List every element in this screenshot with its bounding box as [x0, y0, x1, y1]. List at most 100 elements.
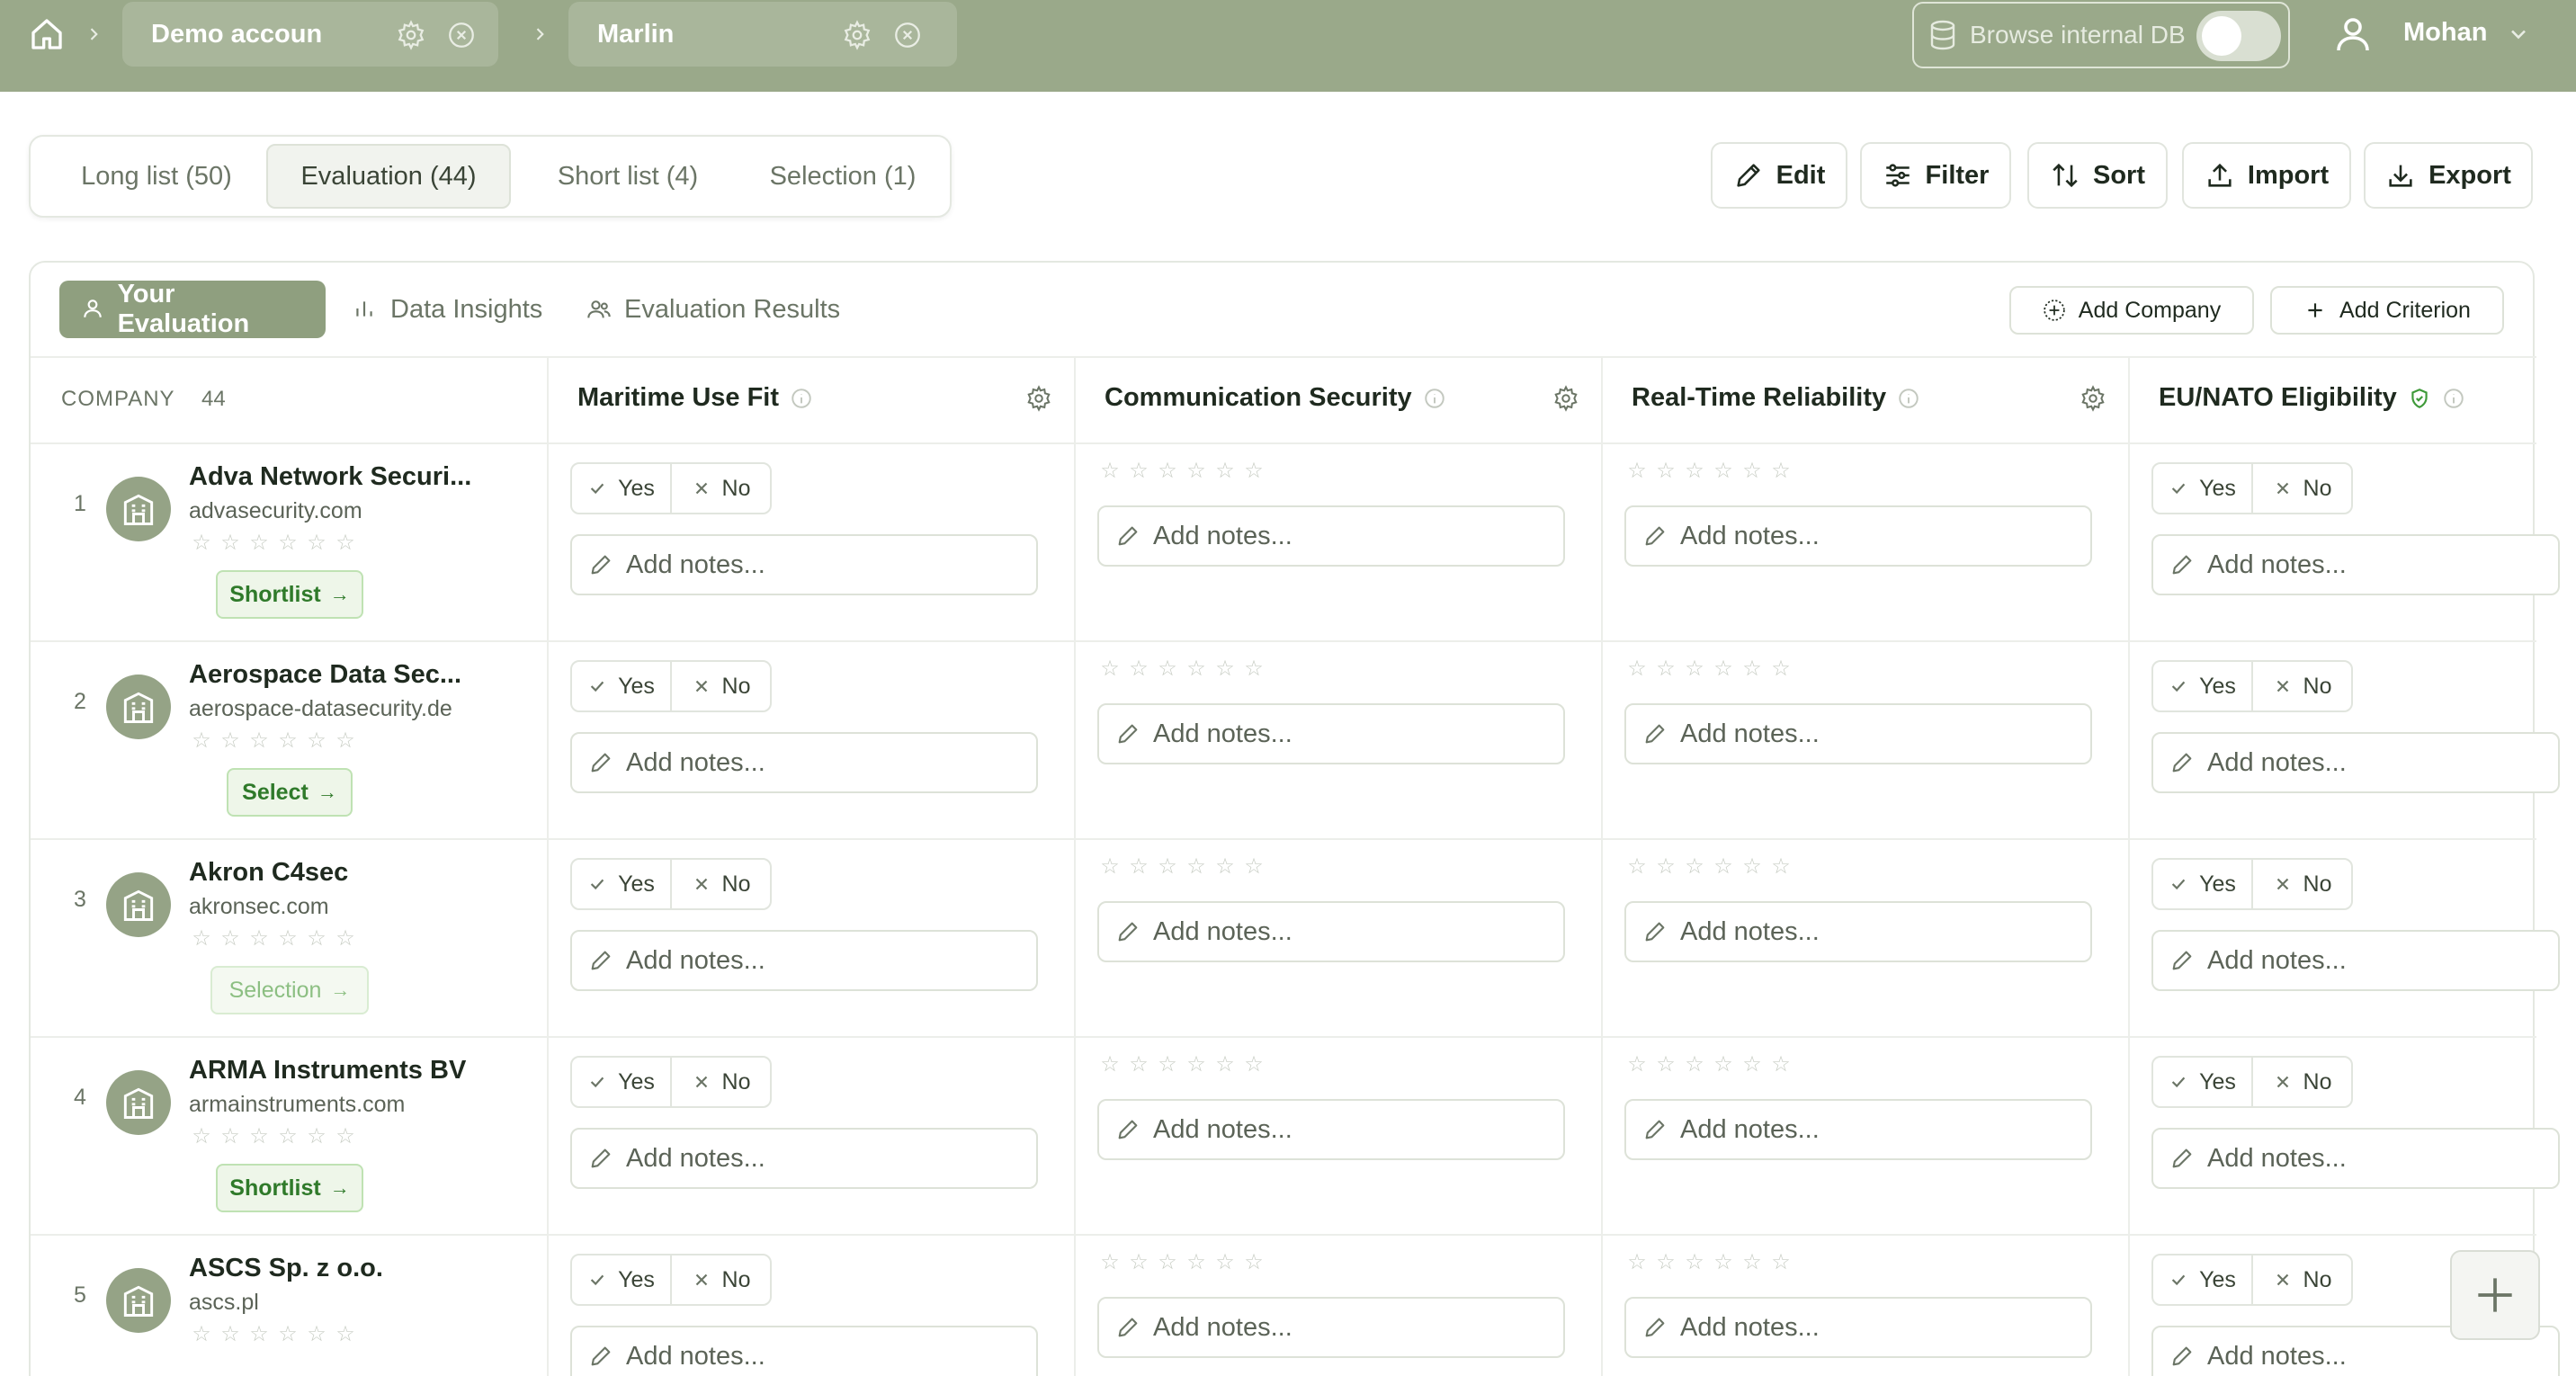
info-icon[interactable] — [1897, 387, 1920, 410]
notes-field[interactable]: Add notes... — [570, 534, 1038, 595]
notes-field[interactable]: Add notes... — [1624, 1297, 2092, 1358]
star-icon[interactable]: ☆ — [304, 928, 329, 950]
criterion-rating[interactable]: ☆ ☆ ☆ ☆ ☆ ☆ — [1624, 1054, 1793, 1076]
yes-option[interactable]: Yes — [2153, 1255, 2251, 1304]
star-icon[interactable]: ☆ — [1241, 460, 1266, 482]
star-icon[interactable]: ☆ — [246, 532, 272, 554]
subtab-evaluation-results[interactable]: Evaluation Results — [586, 281, 840, 338]
criterion-rating[interactable]: ☆ ☆ ☆ ☆ ☆ ☆ — [1624, 658, 1793, 680]
no-option[interactable]: No — [2251, 1255, 2351, 1304]
notes-field[interactable]: Add notes... — [1097, 505, 1565, 567]
star-icon[interactable]: ☆ — [1212, 658, 1238, 680]
star-icon[interactable]: ☆ — [1624, 856, 1650, 878]
notes-field[interactable]: Add notes... — [2151, 930, 2560, 991]
yes-option[interactable]: Yes — [2153, 1058, 2251, 1106]
criterion-rating[interactable]: ☆ ☆ ☆ ☆ ☆ ☆ — [1097, 658, 1266, 680]
subtab-your-evaluation[interactable]: Your Evaluation — [59, 280, 326, 338]
notes-field[interactable]: Add notes... — [1097, 1099, 1565, 1160]
no-option[interactable]: No — [2251, 464, 2351, 513]
star-icon[interactable]: ☆ — [333, 532, 358, 554]
close-circle-icon[interactable] — [892, 20, 923, 50]
criterion-header[interactable]: Communication Security — [1105, 383, 1446, 413]
notes-field[interactable]: Add notes... — [1624, 703, 2092, 764]
criterion-header[interactable]: EU/NATO Eligibility — [2159, 383, 2465, 413]
yes-no-selector[interactable]: Yes No — [570, 660, 772, 712]
no-option[interactable]: No — [670, 464, 770, 513]
tab-selection[interactable]: Selection (1) — [743, 144, 943, 209]
notes-field[interactable]: Add notes... — [1097, 1297, 1565, 1358]
star-icon[interactable]: ☆ — [218, 928, 243, 950]
star-icon[interactable]: ☆ — [1768, 856, 1793, 878]
add-criterion-button[interactable]: Add Criterion — [2270, 286, 2504, 335]
star-icon[interactable]: ☆ — [1682, 460, 1707, 482]
stage-badge-button[interactable]: Shortlist → — [216, 570, 363, 619]
star-icon[interactable]: ☆ — [1155, 1252, 1180, 1273]
no-option[interactable]: No — [670, 1058, 770, 1106]
star-icon[interactable]: ☆ — [246, 928, 272, 950]
company-rating[interactable]: ☆ ☆ ☆ ☆ ☆ ☆ — [189, 532, 358, 554]
criterion-rating[interactable]: ☆ ☆ ☆ ☆ ☆ ☆ — [1097, 1054, 1266, 1076]
breadcrumb-account[interactable]: Demo accoun — [122, 2, 498, 67]
star-icon[interactable]: ☆ — [333, 928, 358, 950]
yes-option[interactable]: Yes — [572, 1058, 670, 1106]
yes-option[interactable]: Yes — [2153, 464, 2251, 513]
stage-badge-button[interactable]: Select → — [227, 768, 353, 817]
star-icon[interactable]: ☆ — [1212, 856, 1238, 878]
user-name[interactable]: Mohan — [2403, 18, 2487, 48]
info-icon[interactable] — [790, 387, 813, 410]
star-icon[interactable]: ☆ — [1768, 1054, 1793, 1076]
notes-field[interactable]: Add notes... — [1624, 901, 2092, 962]
star-icon[interactable]: ☆ — [1241, 856, 1266, 878]
star-icon[interactable]: ☆ — [1097, 658, 1123, 680]
star-icon[interactable]: ☆ — [1624, 460, 1650, 482]
star-icon[interactable]: ☆ — [1184, 460, 1209, 482]
star-icon[interactable]: ☆ — [189, 532, 214, 554]
edit-button[interactable]: Edit — [1711, 142, 1847, 209]
notes-field[interactable]: Add notes... — [1624, 505, 2092, 567]
star-icon[interactable]: ☆ — [1740, 658, 1765, 680]
star-icon[interactable]: ☆ — [1097, 460, 1123, 482]
export-button[interactable]: Export — [2364, 142, 2533, 209]
breadcrumb-project[interactable]: Marlin — [568, 2, 957, 67]
criterion-rating[interactable]: ☆ ☆ ☆ ☆ ☆ ☆ — [1624, 856, 1793, 878]
criterion-rating[interactable]: ☆ ☆ ☆ ☆ ☆ ☆ — [1097, 856, 1266, 878]
star-icon[interactable]: ☆ — [275, 730, 300, 752]
criterion-rating[interactable]: ☆ ☆ ☆ ☆ ☆ ☆ — [1624, 1252, 1793, 1273]
star-icon[interactable]: ☆ — [333, 1324, 358, 1345]
star-icon[interactable]: ☆ — [218, 1324, 243, 1345]
no-option[interactable]: No — [670, 1255, 770, 1304]
star-icon[interactable]: ☆ — [1126, 1054, 1151, 1076]
star-icon[interactable]: ☆ — [1711, 856, 1736, 878]
star-icon[interactable]: ☆ — [1711, 460, 1736, 482]
star-icon[interactable]: ☆ — [1740, 1252, 1765, 1273]
import-button[interactable]: Import — [2182, 142, 2351, 209]
yes-no-selector[interactable]: Yes No — [570, 462, 772, 514]
star-icon[interactable]: ☆ — [1653, 1252, 1678, 1273]
star-icon[interactable]: ☆ — [218, 730, 243, 752]
star-icon[interactable]: ☆ — [1126, 856, 1151, 878]
star-icon[interactable]: ☆ — [189, 1126, 214, 1148]
star-icon[interactable]: ☆ — [1624, 1054, 1650, 1076]
company-domain[interactable]: advasecurity.com — [189, 498, 362, 524]
gear-icon[interactable] — [2080, 385, 2106, 412]
star-icon[interactable]: ☆ — [218, 532, 243, 554]
tab-short-list[interactable]: Short list (4) — [522, 144, 734, 209]
star-icon[interactable]: ☆ — [1711, 658, 1736, 680]
star-icon[interactable]: ☆ — [1241, 658, 1266, 680]
notes-field[interactable]: Add notes... — [2151, 732, 2560, 793]
close-circle-icon[interactable] — [446, 20, 477, 50]
company-domain[interactable]: aerospace-datasecurity.de — [189, 696, 452, 722]
gear-icon[interactable] — [1025, 385, 1052, 412]
info-icon[interactable] — [1423, 387, 1446, 410]
star-icon[interactable]: ☆ — [1768, 658, 1793, 680]
star-icon[interactable]: ☆ — [275, 1126, 300, 1148]
company-domain[interactable]: armainstruments.com — [189, 1092, 405, 1118]
company-domain[interactable]: akronsec.com — [189, 894, 329, 920]
subtab-data-insights[interactable]: Data Insights — [353, 281, 542, 338]
no-option[interactable]: No — [2251, 1058, 2351, 1106]
gear-icon[interactable] — [396, 20, 426, 50]
company-column-header[interactable]: COMPANY — [61, 387, 175, 412]
star-icon[interactable]: ☆ — [1241, 1054, 1266, 1076]
stage-badge-button[interactable]: Selection → — [210, 966, 369, 1014]
star-icon[interactable]: ☆ — [1740, 1054, 1765, 1076]
